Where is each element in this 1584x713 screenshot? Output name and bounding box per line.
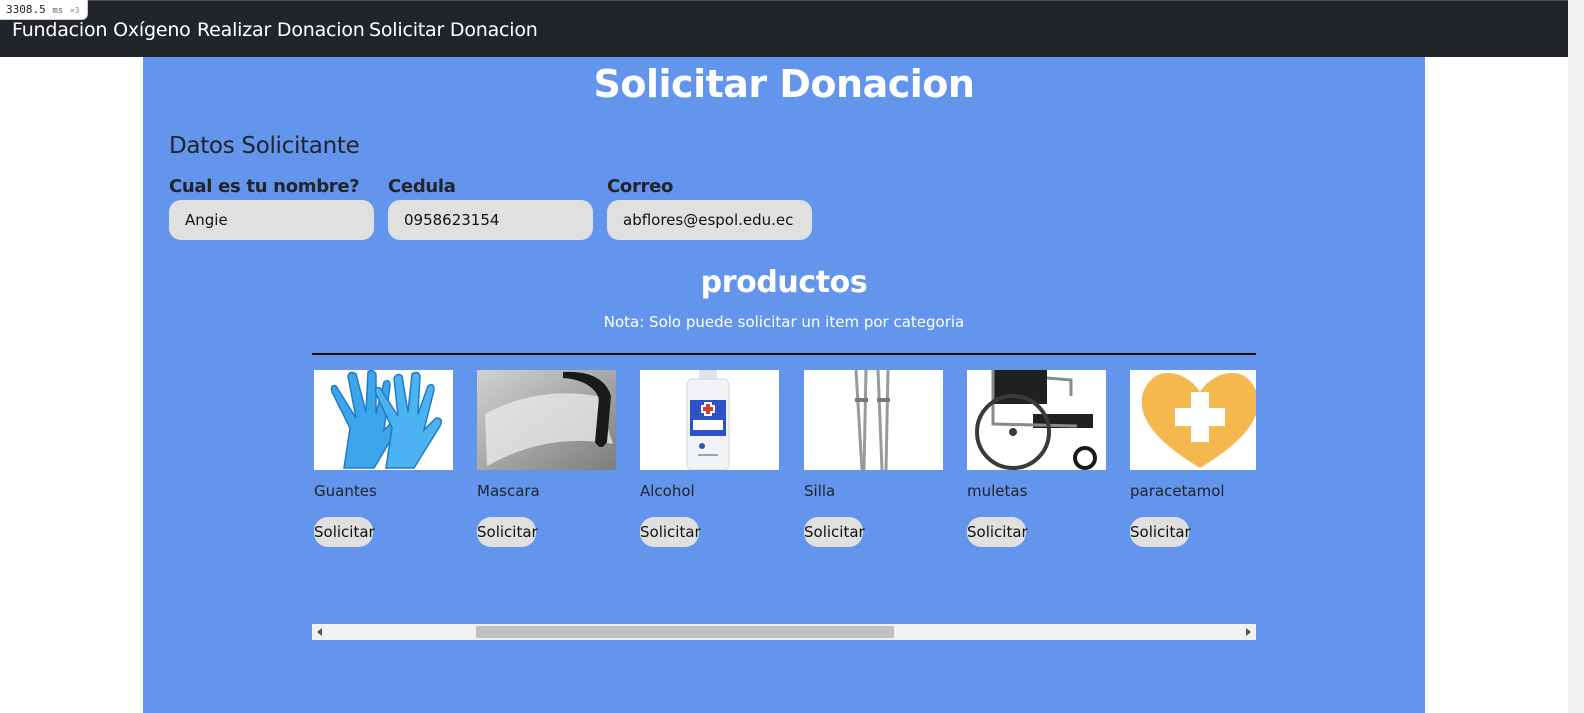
perf-value: 3308.5 xyxy=(6,3,46,16)
wheelchair-image xyxy=(967,370,1106,470)
solicitar-button-silla[interactable]: Solicitar xyxy=(804,517,865,547)
alcohol-bottle-image xyxy=(640,370,779,470)
product-label: Silla xyxy=(804,482,836,500)
product-label: Mascara xyxy=(477,482,540,500)
products-carousel: Guantes Solicitar Mascara Solicitar Alco… xyxy=(312,369,1256,609)
gloves-image xyxy=(314,370,453,470)
nav-link-realizar-donacion[interactable]: Realizar Donacion xyxy=(197,19,365,41)
scroll-left-arrow-icon[interactable] xyxy=(317,628,322,636)
name-label: Cual es tu nombre? xyxy=(169,176,360,197)
scroll-right-arrow-icon[interactable] xyxy=(1246,628,1251,636)
solicitar-button-alcohol[interactable]: Solicitar xyxy=(640,517,701,547)
carousel-scrollbar[interactable] xyxy=(312,624,1256,640)
products-note: Nota: Solo puede solicitar un item por c… xyxy=(603,313,965,331)
navbar: Fundacion Oxígeno Realizar Donacion Soli… xyxy=(0,0,1568,57)
product-label: muletas xyxy=(967,482,1028,500)
section-title: Datos Solicitante xyxy=(169,133,360,159)
page-scrollbar[interactable] xyxy=(1568,0,1584,713)
face-shield-image xyxy=(477,370,616,470)
crutches-image xyxy=(804,370,943,470)
heart-cross-image xyxy=(1130,370,1256,470)
cedula-input[interactable] xyxy=(388,200,593,240)
scrollbar-thumb[interactable] xyxy=(476,626,894,638)
solicitar-button-mascara[interactable]: Solicitar xyxy=(477,517,538,547)
nav-brand[interactable]: Fundacion Oxígeno xyxy=(12,19,191,41)
correo-input[interactable] xyxy=(607,200,812,240)
solicitar-button-muletas[interactable]: Solicitar xyxy=(967,517,1028,547)
product-label: Alcohol xyxy=(640,482,695,500)
name-input[interactable] xyxy=(169,200,374,240)
nav-link-solicitar-donacion[interactable]: Solicitar Donacion xyxy=(369,19,538,41)
main-panel: Solicitar Donacion Datos Solicitante Cua… xyxy=(143,57,1425,713)
products-title: productos xyxy=(700,265,868,300)
product-label: Guantes xyxy=(314,482,377,500)
solicitar-button-guantes[interactable]: Solicitar xyxy=(314,517,375,547)
perf-multiplier: ×3 xyxy=(69,6,80,15)
solicitar-button-paracetamol[interactable]: Solicitar xyxy=(1130,517,1191,547)
cedula-label: Cedula xyxy=(388,176,456,197)
performance-overlay: 3308.5 ms ×3 xyxy=(0,0,88,20)
product-label: paracetamol xyxy=(1130,482,1225,500)
perf-unit: ms xyxy=(52,6,64,16)
correo-label: Correo xyxy=(607,176,674,197)
page-title: Solicitar Donacion xyxy=(593,62,975,106)
divider xyxy=(312,353,1256,355)
